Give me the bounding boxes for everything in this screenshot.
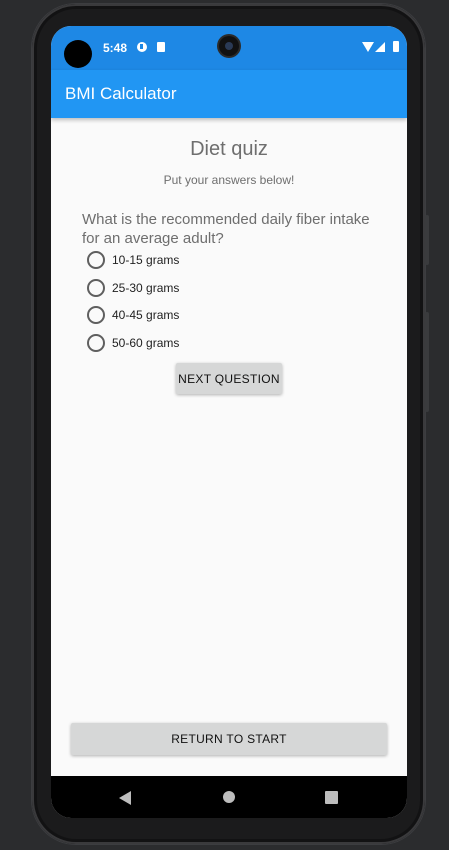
quiz-title: Diet quiz (190, 138, 268, 160)
answer-label[interactable]: 50-60 grams (112, 336, 179, 350)
radio-button[interactable] (87, 251, 105, 269)
answer-label[interactable]: 40-45 grams (112, 308, 179, 322)
answer-option[interactable]: 50-60 grams (87, 333, 179, 353)
quiz-content: Diet quiz Put your answers below! What i… (51, 118, 407, 776)
radio-button[interactable] (87, 334, 105, 352)
next-question-button[interactable]: NEXT QUESTION (176, 363, 282, 394)
answer-option[interactable]: 25-30 grams (87, 278, 179, 298)
signal-icon (375, 42, 385, 52)
answer-label[interactable]: 10-15 grams (112, 253, 179, 267)
answer-label[interactable]: 25-30 grams (112, 281, 179, 295)
status-time: 5:48 (103, 41, 128, 55)
app-title: BMI Calculator (65, 84, 177, 103)
sd-card-icon (157, 42, 165, 52)
question-text: What is the recommended daily fiber inta… (82, 211, 370, 247)
screen: 5:48 BMI Calculator Diet quiz Put your a… (51, 26, 407, 818)
wifi-icon (362, 42, 374, 52)
recents-icon[interactable] (325, 791, 338, 804)
app-bar: BMI Calculator (51, 70, 407, 118)
back-icon[interactable] (119, 791, 131, 805)
quiz-subtitle: Put your answers below! (163, 173, 295, 187)
power-button (425, 215, 429, 265)
home-icon[interactable] (223, 791, 235, 803)
radio-button[interactable] (87, 279, 105, 297)
camera-punch-hole-icon (219, 36, 239, 56)
volume-button (425, 312, 429, 412)
return-to-start-button[interactable]: RETURN TO START (71, 723, 387, 755)
battery-icon (393, 41, 399, 52)
front-camera-icon (64, 40, 92, 68)
answer-option[interactable]: 10-15 grams (87, 250, 179, 270)
navigation-bar (51, 776, 407, 818)
radio-button[interactable] (87, 306, 105, 324)
sim-icon (137, 42, 147, 52)
answer-option[interactable]: 40-45 grams (87, 305, 179, 325)
status-bar: 5:48 (51, 26, 407, 70)
